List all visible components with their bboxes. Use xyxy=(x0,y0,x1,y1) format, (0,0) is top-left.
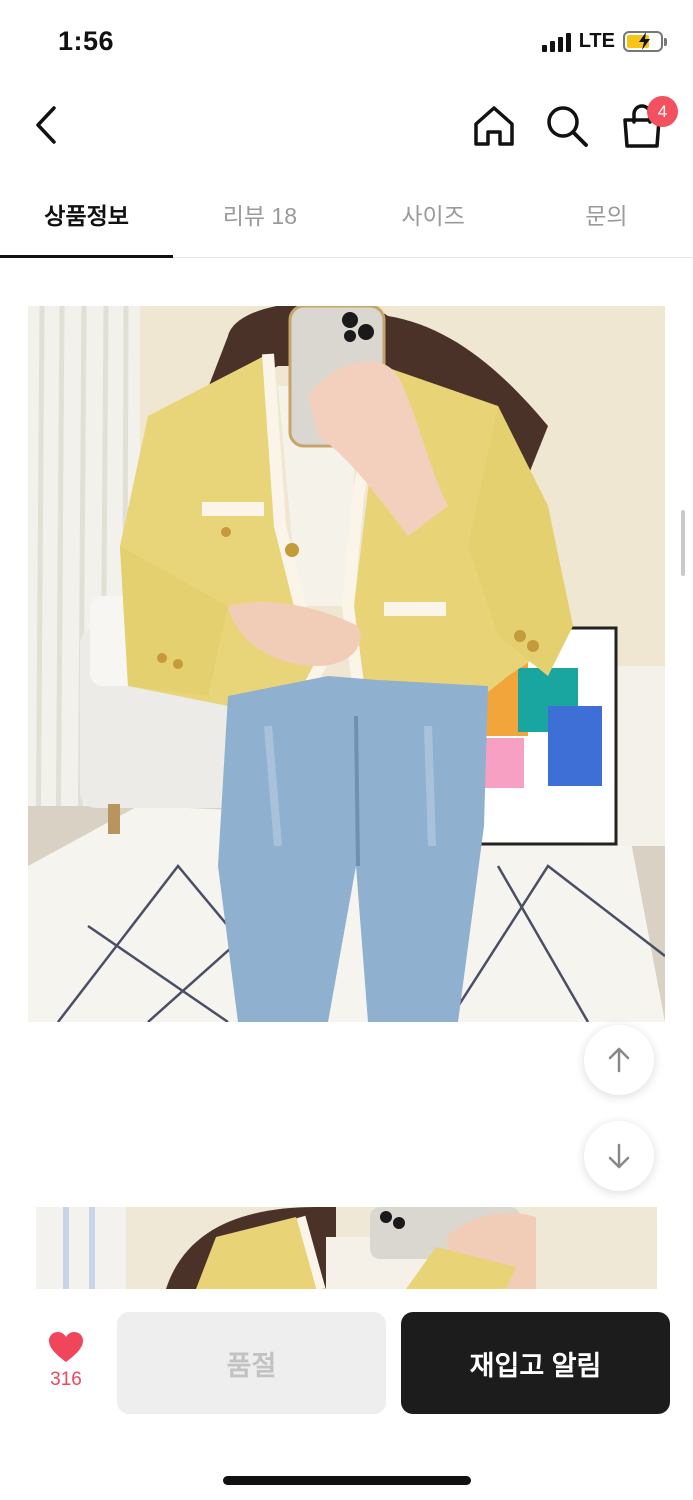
heart-icon xyxy=(49,1332,83,1362)
like-count: 316 xyxy=(50,1369,82,1390)
soldout-button: 품절 xyxy=(117,1312,386,1414)
tab-inquiry[interactable]: 문의 xyxy=(520,174,693,257)
cart-count-badge: 4 xyxy=(647,96,678,127)
back-button[interactable] xyxy=(24,100,68,150)
product-photo xyxy=(28,306,665,1022)
search-icon xyxy=(547,106,588,147)
status-indicators: LTE xyxy=(541,30,667,53)
status-time: 1:56 xyxy=(58,26,115,56)
like-button[interactable]: 316 xyxy=(30,1331,102,1391)
home-button[interactable] xyxy=(470,102,518,150)
search-button[interactable] xyxy=(543,102,591,150)
home-indicator xyxy=(223,1476,471,1485)
product-photo-2 xyxy=(36,1207,657,1289)
battery-icon xyxy=(623,31,667,52)
tab-size[interactable]: 사이즈 xyxy=(347,174,520,257)
signal-icon xyxy=(541,32,571,52)
home-icon xyxy=(474,106,514,146)
product-tabs: 상품정보 리뷰 18 사이즈 문의 xyxy=(0,174,693,258)
restock-alert-button[interactable]: 재입고 알림 xyxy=(401,1312,670,1414)
status-bar: 1:56 LTE xyxy=(0,0,693,86)
network-label: LTE xyxy=(578,30,615,52)
arrow-down-icon xyxy=(608,1143,630,1169)
bottom-action-bar: 316 품절 재입고 알림 xyxy=(0,1289,693,1500)
chevron-left-icon xyxy=(36,106,56,144)
arrow-up-icon xyxy=(608,1047,630,1073)
tab-product-info[interactable]: 상품정보 xyxy=(0,174,174,258)
tab-reviews[interactable]: 리뷰 18 xyxy=(173,174,346,257)
scroll-top-button[interactable] xyxy=(584,1025,654,1095)
scroll-bottom-button[interactable] xyxy=(584,1121,654,1191)
top-nav-bar xyxy=(0,86,693,166)
scroll-indicator[interactable] xyxy=(681,510,685,576)
